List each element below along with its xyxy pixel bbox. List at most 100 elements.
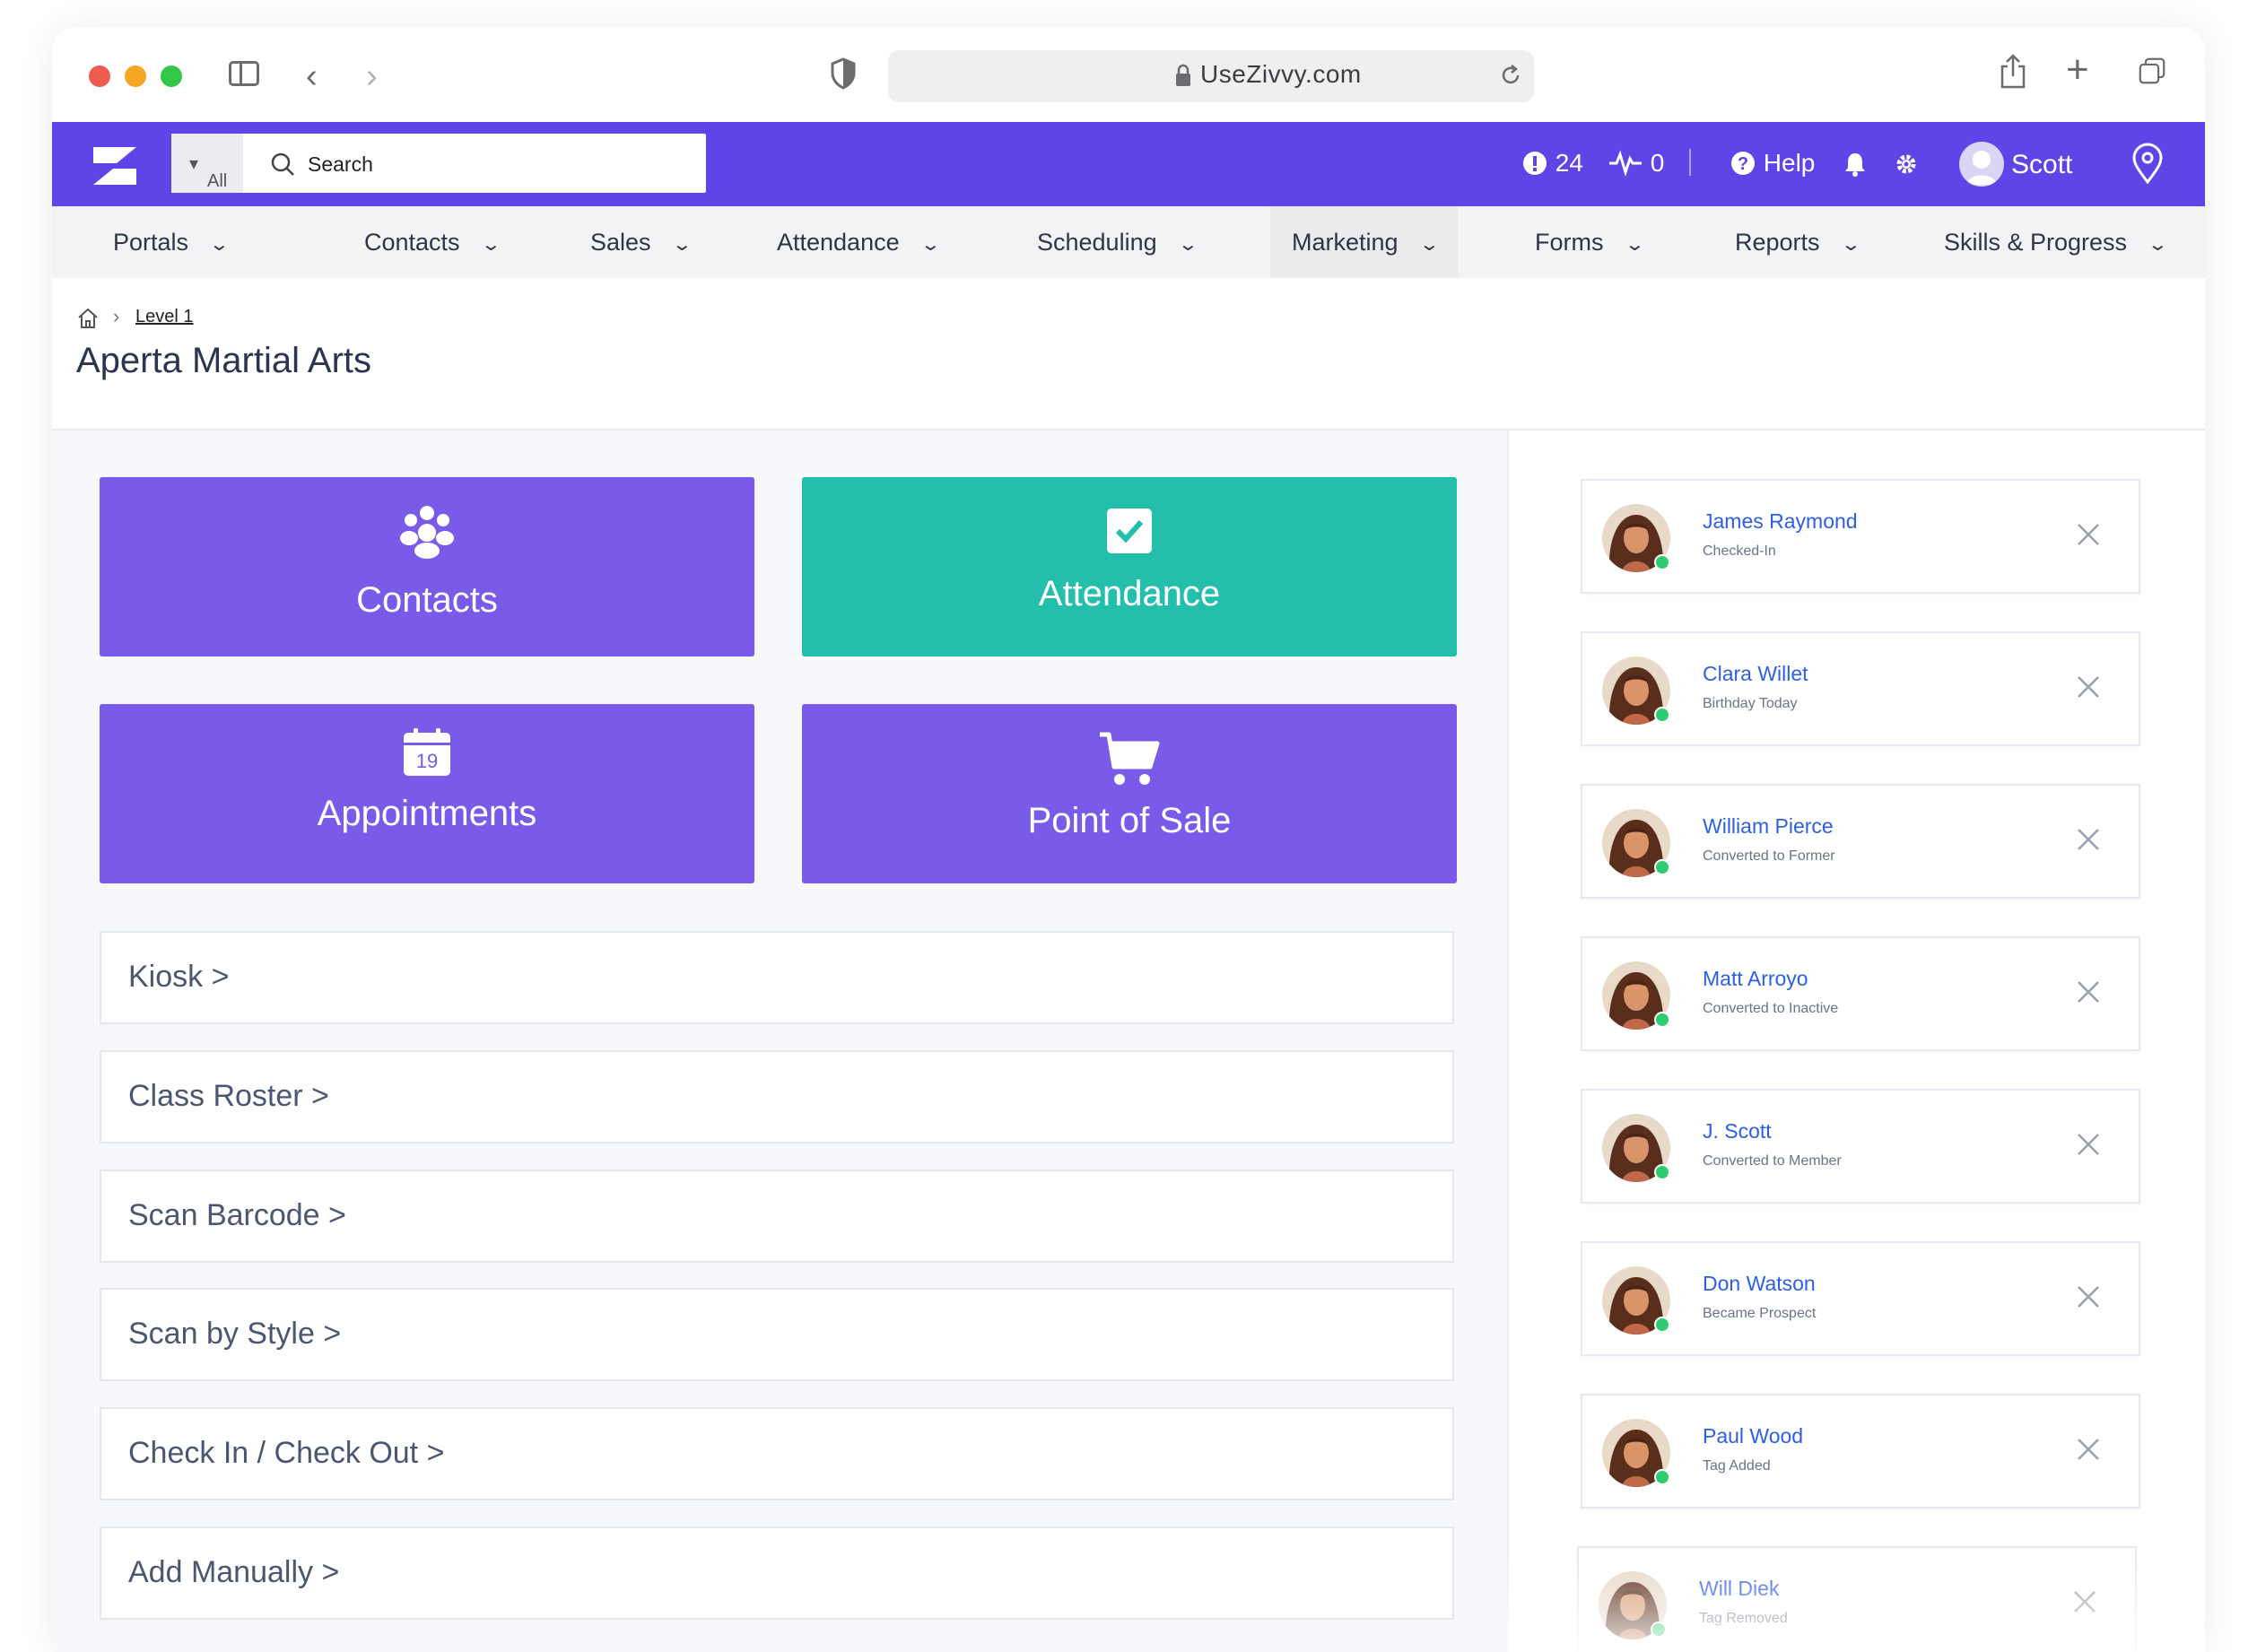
activity-card[interactable]: Paul Wood Tag Added — [1581, 1394, 2140, 1509]
lock-icon — [1176, 64, 1190, 86]
activity-event: Checked-In — [1703, 543, 1776, 559]
activity-panel: James Raymond Checked-In Clara Willet Bi… — [1507, 429, 2205, 1652]
address-bar[interactable]: UseZivvy.com — [888, 50, 1534, 102]
scan-by-style-link[interactable]: Scan by Style > — [100, 1288, 1454, 1381]
contact-name[interactable]: James Raymond — [1703, 509, 1858, 534]
location-pin-icon[interactable] — [2130, 142, 2166, 185]
breadcrumb-separator: › — [113, 305, 120, 327]
attendance-tile[interactable]: Attendance — [802, 477, 1457, 656]
check-in-check-out-link[interactable]: Check In / Check Out > — [100, 1407, 1454, 1500]
user-name[interactable]: Scott — [2011, 149, 2072, 181]
chevron-down-icon: ⌄ — [1418, 235, 1440, 255]
kiosk-link[interactable]: Kiosk > — [100, 931, 1454, 1024]
close-icon[interactable] — [2074, 1435, 2103, 1464]
browser-toolbar: ‹ › UseZivvy.com + — [52, 27, 2205, 122]
close-icon[interactable] — [2074, 1282, 2103, 1311]
nav-label: Contacts — [364, 229, 460, 256]
activity-card[interactable]: William Pierce Converted to Former — [1581, 784, 2140, 899]
contact-name[interactable]: Don Watson — [1703, 1272, 1816, 1296]
nav-skills-progress[interactable]: Skills & Progress ⌄ — [1944, 206, 2169, 278]
gear-icon[interactable] — [1895, 152, 1918, 176]
activity-event: Became Prospect — [1703, 1306, 1817, 1321]
close-icon[interactable] — [2074, 978, 2103, 1006]
nav-scheduling[interactable]: Scheduling ⌄ — [1037, 206, 1198, 278]
alerts-counter[interactable]: 24 — [1521, 147, 1583, 179]
add-manually-link[interactable]: Add Manually > — [100, 1526, 1454, 1620]
contacts-group-icon — [400, 506, 454, 559]
minimize-window-button[interactable] — [125, 65, 146, 87]
main-nav: Portals ⌄ Contacts ⌄ Sales ⌄ Attendance ⌄ Sc… — [52, 206, 2205, 278]
contact-name[interactable]: Will Diek — [1699, 1577, 1779, 1601]
reload-icon[interactable] — [1498, 63, 1523, 88]
nav-label: Reports — [1735, 229, 1820, 256]
alert-icon — [1523, 152, 1547, 175]
contact-name[interactable]: Clara Willet — [1703, 662, 1808, 686]
nav-label: Portals — [113, 229, 189, 256]
share-icon[interactable] — [1999, 54, 2027, 90]
activity-card[interactable]: Will Diek Tag Removed — [1577, 1546, 2137, 1652]
close-icon[interactable] — [2074, 825, 2103, 854]
help-link[interactable]: ? Help — [1730, 147, 1815, 179]
contact-name[interactable]: J. Scott — [1703, 1119, 1772, 1143]
tab-overview-icon[interactable] — [2139, 57, 2166, 84]
scan-barcode-link[interactable]: Scan Barcode > — [100, 1169, 1454, 1263]
nav-forms[interactable]: Forms ⌄ — [1535, 206, 1645, 278]
contacts-tile[interactable]: Contacts — [100, 477, 754, 656]
close-icon[interactable] — [2074, 673, 2103, 701]
new-tab-icon[interactable]: + — [2066, 50, 2089, 90]
attendance-tile-label: Attendance — [1038, 574, 1221, 613]
appointments-tile[interactable]: 19 Appointments — [100, 704, 754, 883]
close-icon[interactable] — [2074, 520, 2103, 549]
url-text: UseZivvy.com — [1200, 60, 1362, 88]
zoom-window-button[interactable] — [161, 65, 182, 87]
nav-reports[interactable]: Reports ⌄ — [1735, 206, 1861, 278]
point-of-sale-tile-label: Point of Sale — [1027, 801, 1232, 840]
activity-card[interactable]: Don Watson Became Prospect — [1581, 1241, 2140, 1356]
nav-attendance[interactable]: Attendance ⌄ — [777, 206, 941, 278]
chevron-down-icon: ⌄ — [1840, 235, 1861, 255]
close-icon[interactable] — [2074, 1130, 2103, 1159]
activity-event: Converted to Member — [1703, 1153, 1842, 1169]
breadcrumb-level-link[interactable]: Level 1 — [135, 307, 194, 327]
bell-icon[interactable] — [1843, 151, 1868, 178]
activity-card[interactable]: Clara Willet Birthday Today — [1581, 631, 2140, 746]
nav-marketing[interactable]: Marketing ⌄ — [1270, 206, 1459, 278]
back-icon[interactable]: ‹ — [306, 59, 318, 93]
online-status-dot — [1654, 1012, 1670, 1028]
activity-count: 0 — [1650, 149, 1665, 177]
browser-window: ‹ › UseZivvy.com + All ▾ Search 24 0 ? H… — [52, 27, 2205, 1652]
close-icon[interactable] — [2070, 1587, 2099, 1616]
search-input[interactable] — [306, 147, 686, 181]
calendar-day: 19 — [416, 750, 438, 772]
alerts-count: 24 — [1555, 149, 1583, 177]
contact-name[interactable]: Matt Arroyo — [1703, 967, 1808, 991]
shopping-cart-icon — [1100, 732, 1160, 785]
activity-card[interactable]: James Raymond Checked-In — [1581, 479, 2140, 594]
activity-card[interactable]: Matt Arroyo Converted to Inactive — [1581, 936, 2140, 1051]
nav-label: Skills & Progress — [1944, 229, 2128, 256]
sidebar-toggle-icon[interactable] — [229, 61, 259, 86]
class-roster-link[interactable]: Class Roster > — [100, 1050, 1454, 1143]
point-of-sale-tile[interactable]: Point of Sale — [802, 704, 1457, 883]
nav-label: Attendance — [777, 229, 900, 256]
activity-event: Birthday Today — [1703, 696, 1798, 711]
close-window-button[interactable] — [89, 65, 110, 87]
privacy-shield-icon[interactable] — [830, 57, 857, 90]
link-label: Class Roster > — [128, 1079, 329, 1113]
nav-sales[interactable]: Sales ⌄ — [590, 206, 693, 278]
online-status-dot — [1654, 1469, 1670, 1485]
activity-counter[interactable]: 0 — [1608, 147, 1664, 179]
user-avatar[interactable] — [1959, 142, 2004, 187]
chevron-down-icon: ⌄ — [2147, 235, 2169, 255]
pulse-icon — [1609, 150, 1642, 177]
nav-contacts[interactable]: Contacts ⌄ — [364, 206, 501, 278]
activity-card[interactable]: J. Scott Converted to Member — [1581, 1089, 2140, 1204]
contact-name[interactable]: William Pierce — [1703, 814, 1834, 839]
zivvy-logo-icon[interactable] — [90, 143, 140, 188]
home-icon[interactable] — [76, 307, 100, 330]
nav-portals[interactable]: Portals ⌄ — [113, 206, 230, 278]
contact-name[interactable]: Paul Wood — [1703, 1424, 1803, 1448]
checkbox-checked-icon — [1107, 509, 1152, 553]
search-scope-dropdown[interactable]: All ▾ — [171, 134, 243, 193]
forward-icon[interactable]: › — [366, 59, 378, 93]
